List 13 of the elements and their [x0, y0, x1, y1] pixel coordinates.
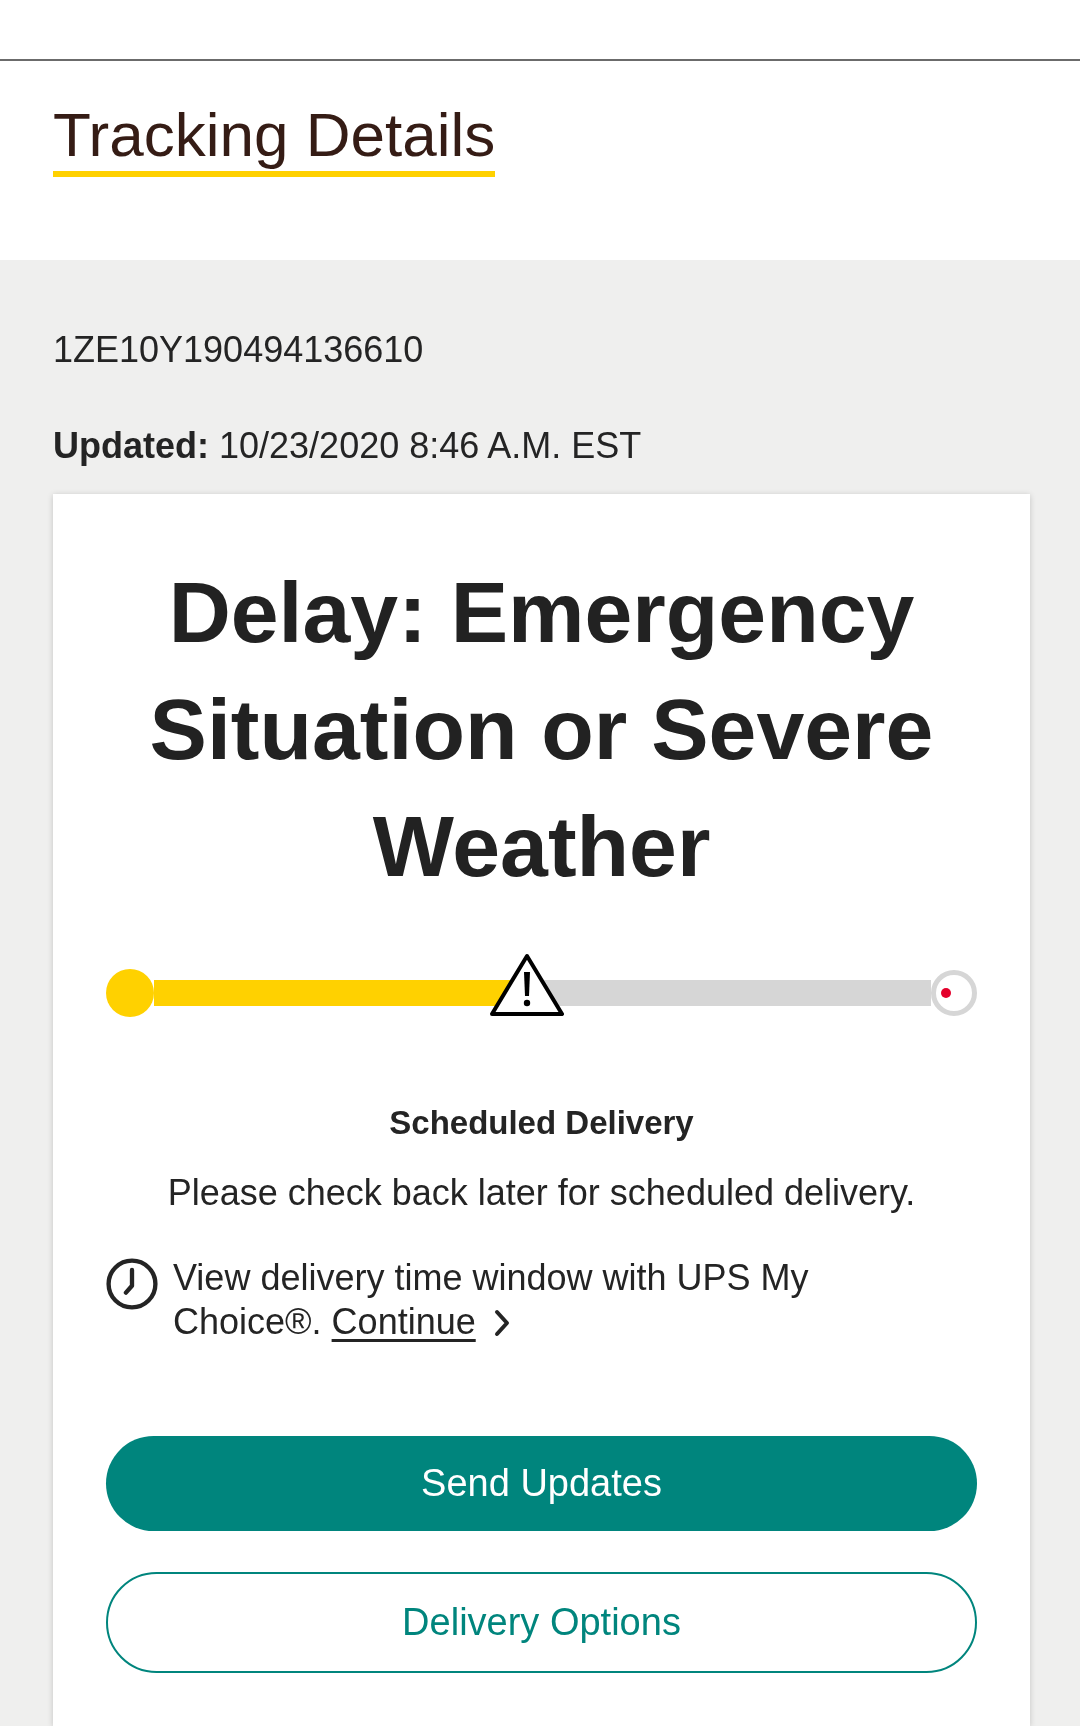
- scheduled-delivery-heading: Scheduled Delivery: [388, 1103, 695, 1143]
- page-title: Tracking Details: [53, 99, 496, 177]
- tracking-number: 1ZE10Y190494136610: [53, 328, 424, 372]
- updated-value: 10/23/2020 8:46 A.M. EST: [219, 425, 642, 466]
- my-choice-text: View delivery time window with UPS My Choice®. Continue: [173, 1256, 810, 1344]
- status-headline: Delay: Emergency Situation or Severe Weather: [148, 563, 935, 896]
- delivery-options-button[interactable]: Delivery Options: [106, 1572, 977, 1673]
- send-updates-button[interactable]: Send Updates: [106, 1436, 977, 1531]
- start-marker-icon: [106, 969, 154, 1017]
- updated-label: Updated:: [53, 425, 209, 466]
- scheduled-delivery-message: Please check back later for scheduled delivery.: [166, 1171, 917, 1215]
- clock-icon: [106, 1258, 158, 1310]
- continue-link[interactable]: Continue: [331, 1301, 512, 1342]
